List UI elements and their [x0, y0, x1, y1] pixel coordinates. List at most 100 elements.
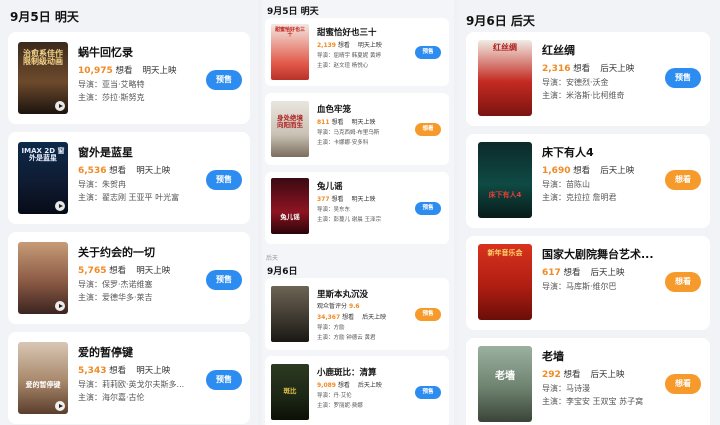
- release-list-panel-right: 9月6日 后天 红丝绸 红丝绸 2,316 想看 后天上映 导演：安德烈·沃金 主…: [458, 0, 720, 425]
- director-line: 导演：丹·艾伦: [317, 393, 352, 399]
- director-line: 导演：马诗漫: [542, 384, 590, 393]
- movie-title[interactable]: 里斯本丸沉没: [317, 288, 368, 300]
- cast-line: 主演：莎拉·斯努克: [78, 93, 145, 102]
- want-stat: 292 想看 后天上映: [542, 370, 625, 380]
- movie-poster[interactable]: 床下有人4: [478, 142, 532, 218]
- movie-title[interactable]: 国家大剧院舞台艺术...: [542, 246, 654, 262]
- want-button[interactable]: 想看: [665, 170, 701, 190]
- play-icon[interactable]: [55, 301, 65, 311]
- cast-line: 主演：赵文瑄 杨悦心: [317, 63, 369, 69]
- movie-title[interactable]: 窗外是蓝星: [78, 144, 133, 160]
- cast-line: 主演：罗丽妮·费娜: [317, 403, 363, 409]
- want-button[interactable]: 预售: [415, 308, 441, 321]
- movie-card[interactable]: 甜蜜恰好也三十 甜蜜恰好也三十 2,139 想看 明天上映 导演：屈晴宇 韩夏妮 …: [265, 18, 449, 86]
- cast-line: 主演：翟志刚 王亚平 叶光富: [78, 193, 180, 202]
- presale-button[interactable]: 预售: [415, 202, 441, 215]
- presale-button[interactable]: 预售: [206, 270, 242, 290]
- director-line: 导演：保罗·杰诺维塞: [78, 280, 153, 289]
- want-stat: 377 想看 明天上映: [317, 196, 376, 203]
- want-button[interactable]: 想看: [415, 123, 441, 136]
- play-icon[interactable]: [55, 101, 65, 111]
- want-button[interactable]: 想看: [665, 374, 701, 394]
- movie-title[interactable]: 爱的暂停键: [78, 344, 133, 360]
- want-button[interactable]: 想看: [665, 272, 701, 292]
- cast-line: 主演：克拉拉 詹明君: [542, 193, 617, 202]
- director-line: 导演：安德烈·沃金: [542, 78, 609, 87]
- cast-line: 主演：卡娜娜·安多科: [317, 140, 369, 146]
- presale-button[interactable]: 预售: [665, 68, 701, 88]
- want-stat: 9,089 想看 后天上映: [317, 382, 382, 389]
- want-stat: 10,975 想看 明天上映: [78, 66, 177, 76]
- movie-poster[interactable]: 兔儿谣: [271, 178, 309, 234]
- date-header: 9月6日: [267, 267, 298, 277]
- movie-title[interactable]: 关于约会的一切: [78, 244, 155, 260]
- poster-text: 斑比: [283, 387, 297, 395]
- movie-card[interactable]: 身处绝境 向阳而生 血色牢笼 811 想看 明天上映 导演：马克西姆·布里乌斯 主…: [265, 93, 449, 165]
- movie-card[interactable]: 兔儿谣 兔儿谣 377 想看 明天上映 导演：吴东东 主演：彭蔓儿 谢晨 王泽宗 …: [265, 172, 449, 244]
- movie-title[interactable]: 红丝绸: [542, 42, 575, 58]
- want-stat: 811 想看 明天上映: [317, 119, 376, 126]
- movie-title[interactable]: 老墙: [542, 348, 564, 364]
- presale-button[interactable]: 预售: [415, 46, 441, 59]
- movie-title[interactable]: 兔儿谣: [317, 180, 343, 192]
- movie-card[interactable]: 红丝绸 红丝绸 2,316 想看 后天上映 导演：安德烈·沃金 主演：米洛斯·比柯…: [466, 32, 710, 126]
- poster-text: 爱的暂停键: [25, 381, 61, 389]
- play-icon[interactable]: [55, 201, 65, 211]
- movie-card[interactable]: 老墙 老墙 292 想看 后天上映 导演：马诗漫 主演：李宝安 王双宝 苏子窝 想…: [466, 338, 710, 425]
- movie-poster[interactable]: 红丝绸: [478, 40, 532, 116]
- poster-text: 床下有人4: [488, 191, 522, 199]
- movie-poster[interactable]: IMAX 2D 窗外是蓝星: [18, 142, 68, 214]
- presale-button[interactable]: 预售: [415, 386, 441, 399]
- poster-text: IMAX 2D 窗外是蓝星: [21, 147, 65, 163]
- movie-poster[interactable]: 爱的暂停键: [18, 342, 68, 414]
- want-stat: 34,367 想看 后天上映: [317, 314, 387, 321]
- movie-poster[interactable]: 斑比: [271, 364, 309, 420]
- director-line: 导演：吴东东: [317, 207, 351, 213]
- section-label: 后天: [266, 255, 279, 262]
- director-line: 导演：屈晴宇 韩夏妮 黄婷: [317, 53, 381, 59]
- date-header: 9月5日 明天: [267, 7, 319, 17]
- movie-card[interactable]: 爱的暂停键 爱的暂停键 5,343 想看 明天上映 导演：莉莉欧·英戈尔夫斯多..…: [8, 332, 250, 424]
- poster-text: 治愈系佳作 限制级动画: [23, 49, 63, 67]
- movie-title[interactable]: 小鹿斑比：清算: [317, 366, 377, 378]
- movie-poster[interactable]: 身处绝境 向阳而生: [271, 101, 309, 157]
- cast-line: 主演：爱德华多·莱吉: [78, 293, 153, 302]
- presale-button[interactable]: 预售: [206, 370, 242, 390]
- want-stat: 617 想看 后天上映: [542, 268, 625, 278]
- movie-card[interactable]: 新年音乐会 国家大剧院舞台艺术... 617 想看 后天上映 导演：马库斯·维尔巴…: [466, 236, 710, 330]
- movie-card[interactable]: 斑比 小鹿斑比：清算 9,089 想看 后天上映 导演：丹·艾伦 主演：罗丽妮·费…: [265, 356, 449, 425]
- director-line: 导演：莉莉欧·英戈尔夫斯多...: [78, 380, 185, 389]
- movie-card[interactable]: 里斯本丸沉没 观众暂评分 9.6 34,367 想看 后天上映 导演：方励 主演：…: [265, 278, 449, 350]
- want-stat: 2,316 想看 后天上映: [542, 64, 635, 74]
- movie-card[interactable]: 床下有人4 床下有人4 1,690 想看 后天上映 导演：苗陈山 主演：克拉拉 詹…: [466, 134, 710, 228]
- movie-poster[interactable]: [271, 286, 309, 342]
- director-line: 导演：朱贺冉: [78, 180, 126, 189]
- release-list-panel-left: 9月5日 明天 治愈系佳作 限制级动画 蜗牛回忆录 10,975 想看 明天上映 …: [0, 0, 258, 425]
- want-stat: 1,690 想看 后天上映: [542, 166, 635, 176]
- director-line: 导演：方励: [317, 325, 345, 331]
- movie-card[interactable]: 治愈系佳作 限制级动画 蜗牛回忆录 10,975 想看 明天上映 导演：亚当·艾略…: [8, 32, 250, 124]
- movie-poster[interactable]: 老墙: [478, 346, 532, 422]
- cast-line: 主演：方励 钟德云 黄君: [317, 335, 376, 341]
- movie-card[interactable]: IMAX 2D 窗外是蓝星 窗外是蓝星 6,536 想看 明天上映 导演：朱贺冉 …: [8, 132, 250, 224]
- movie-title[interactable]: 血色牢笼: [317, 103, 351, 115]
- movie-poster[interactable]: 甜蜜恰好也三十: [271, 24, 309, 80]
- want-stat: 5,343 想看 明天上映: [78, 366, 171, 376]
- presale-button[interactable]: 预售: [206, 70, 242, 90]
- movie-title[interactable]: 甜蜜恰好也三十: [317, 26, 377, 38]
- date-header: 9月5日 明天: [10, 10, 79, 24]
- date-header: 9月6日 后天: [466, 14, 535, 28]
- movie-poster[interactable]: 新年音乐会: [478, 244, 532, 320]
- play-icon[interactable]: [55, 401, 65, 411]
- movie-title[interactable]: 蜗牛回忆录: [78, 44, 133, 60]
- poster-text: 身处绝境 向阳而生: [277, 114, 303, 129]
- movie-poster[interactable]: 治愈系佳作 限制级动画: [18, 42, 68, 114]
- movie-title[interactable]: 床下有人4: [542, 144, 594, 160]
- movie-card[interactable]: 关于约会的一切 5,765 想看 明天上映 导演：保罗·杰诺维塞 主演：爱德华多·…: [8, 232, 250, 324]
- presale-button[interactable]: 预售: [206, 170, 242, 190]
- poster-text: 甜蜜恰好也三十: [274, 27, 305, 39]
- score-stat: 观众暂评分 9.6: [317, 303, 360, 310]
- want-stat: 6,536 想看 明天上映: [78, 166, 171, 176]
- movie-poster[interactable]: [18, 242, 68, 314]
- want-stat: 2,139 想看 明天上映: [317, 42, 382, 49]
